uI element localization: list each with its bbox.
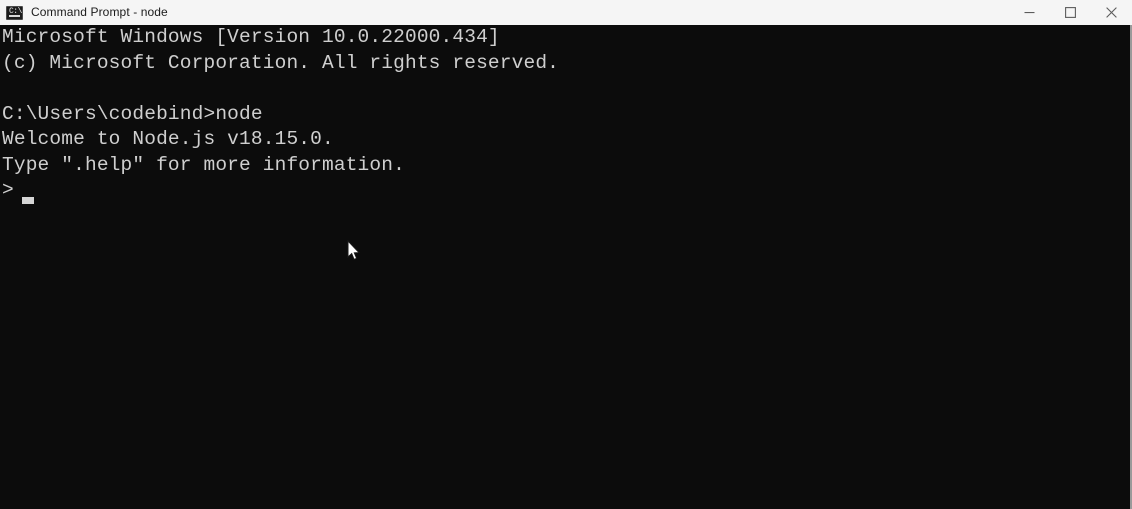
terminal-line: C:\Users\codebind>node: [2, 102, 263, 125]
terminal-line: Welcome to Node.js v18.15.0.: [2, 128, 334, 150]
titlebar-left-group: C:\ Command Prompt - node: [0, 0, 168, 25]
minimize-button[interactable]: [1009, 0, 1050, 25]
close-button[interactable]: [1091, 0, 1132, 25]
minimize-icon: [1024, 12, 1035, 14]
repl-prompt-line[interactable]: >: [2, 178, 1130, 204]
text-cursor: [22, 197, 34, 204]
titlebar-drag-region[interactable]: [168, 0, 1009, 25]
window-title: Command Prompt - node: [31, 5, 168, 19]
command-prompt-window: C:\ Command Prompt - node Microsoft Wind…: [0, 0, 1132, 509]
close-icon: [1106, 7, 1117, 18]
window-controls: [1009, 0, 1132, 25]
command-prompt-icon: C:\: [6, 5, 23, 20]
terminal-line: Type ".help" for more information.: [2, 153, 405, 176]
maximize-button[interactable]: [1050, 0, 1091, 25]
terminal-output-area[interactable]: Microsoft Windows [Version 10.0.22000.43…: [0, 25, 1132, 509]
terminal-line: Microsoft Windows [Version 10.0.22000.43…: [2, 26, 500, 48]
repl-prompt-symbol: >: [2, 179, 14, 201]
command-prompt-icon-underline: [9, 14, 20, 17]
terminal-line: (c) Microsoft Corporation. All rights re…: [2, 51, 560, 74]
terminal-lines: Microsoft Windows [Version 10.0.22000.43…: [2, 25, 1130, 204]
window-titlebar[interactable]: C:\ Command Prompt - node: [0, 0, 1132, 25]
maximize-icon: [1065, 7, 1076, 18]
